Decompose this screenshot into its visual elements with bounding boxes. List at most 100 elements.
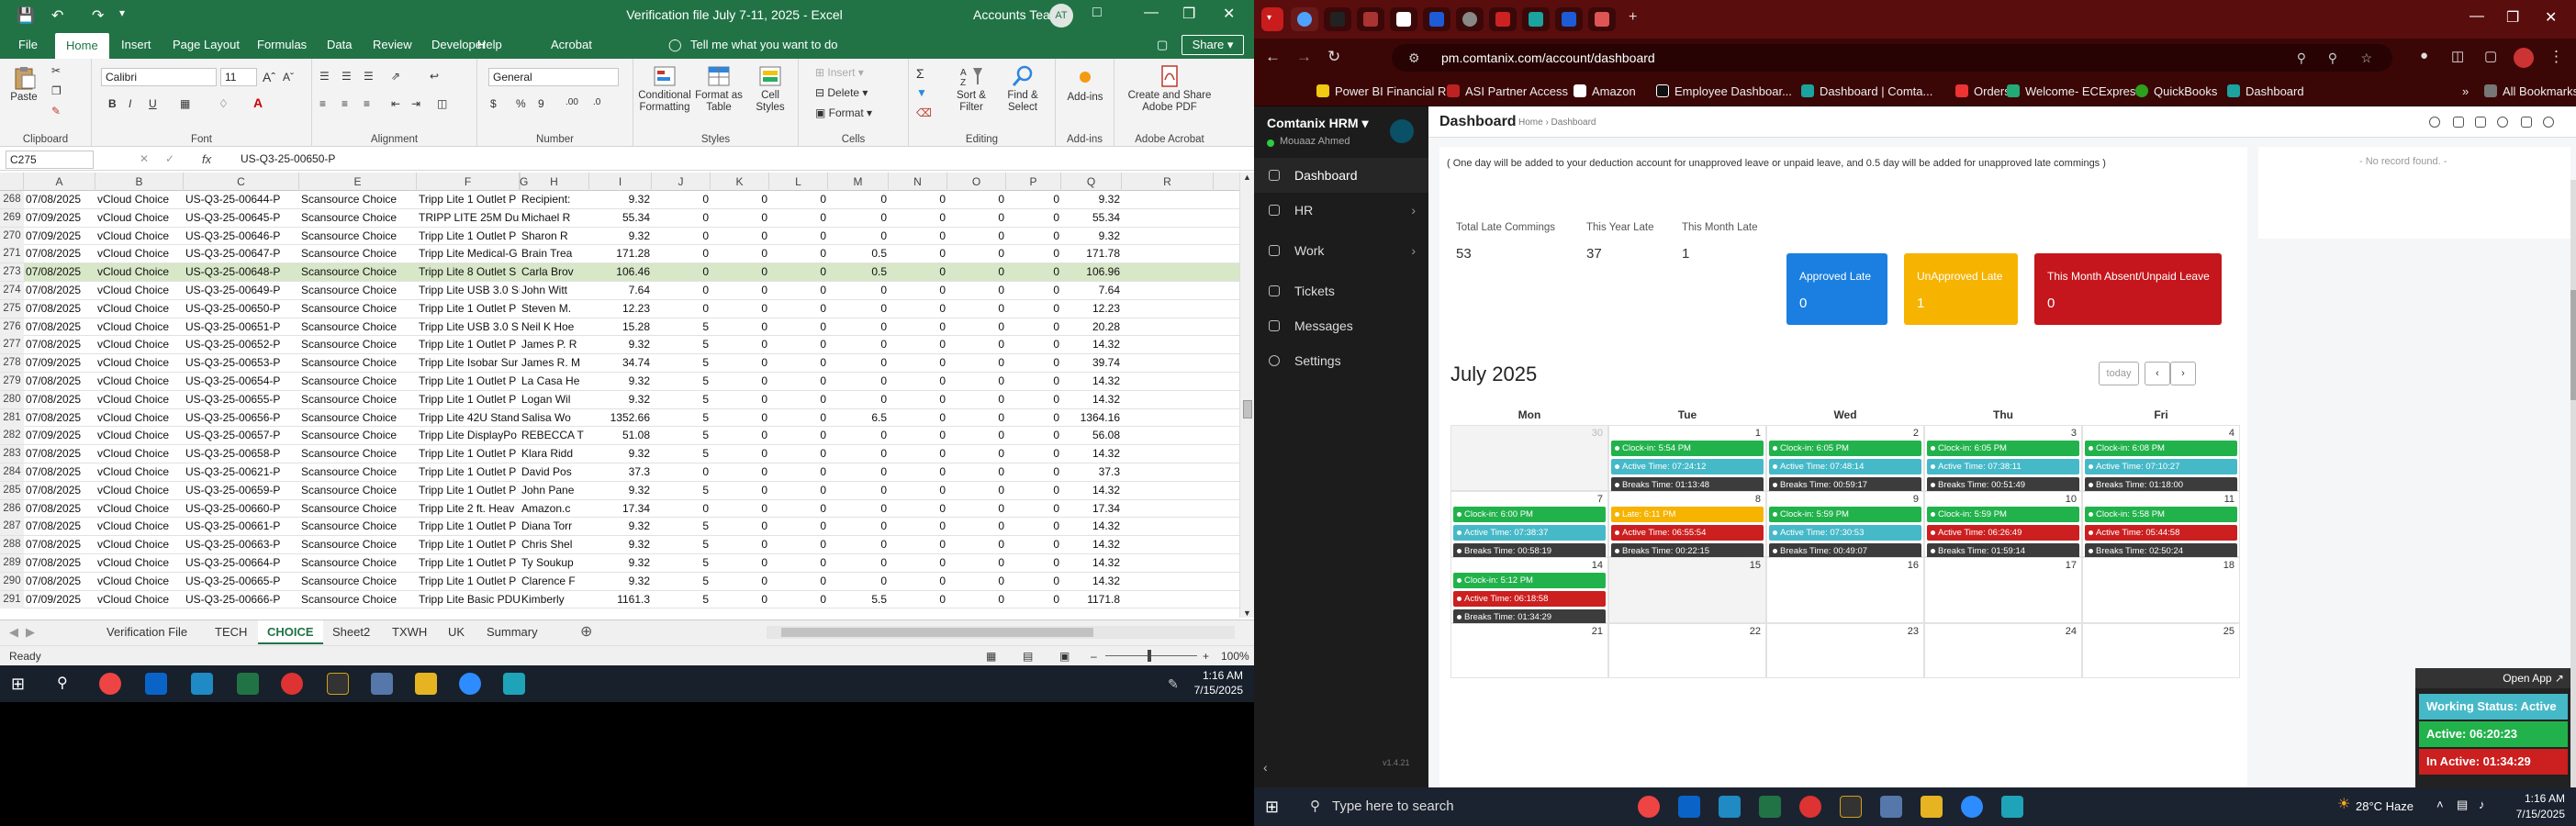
cell[interactable]: 0	[652, 228, 711, 245]
table-row[interactable]: 269 07/09/2025 vCloud Choice US-Q3-25-00645…	[0, 208, 1239, 228]
cell[interactable]: 0	[769, 318, 828, 336]
open-app-button[interactable]: Open App ↗	[2415, 668, 2571, 688]
table-row[interactable]: 271 07/08/2025 vCloud Choice US-Q3-25-00647…	[0, 245, 1239, 264]
cell[interactable]: 0	[1006, 409, 1061, 427]
cell[interactable]: Scansource Choice	[299, 228, 417, 245]
vertical-scroll-thumb[interactable]	[1243, 400, 1252, 419]
column-header[interactable]: E	[299, 173, 417, 191]
cell[interactable]: Scansource Choice	[299, 373, 417, 390]
cell[interactable]: US-Q3-25-00644-P	[184, 191, 299, 208]
row-header[interactable]: 269	[0, 208, 24, 227]
cell[interactable]: Scansource Choice	[299, 191, 417, 208]
today-button[interactable]: today	[2099, 362, 2139, 385]
cell[interactable]: Scansource Choice	[299, 282, 417, 299]
cell[interactable]: Tripp Lite 1 Outlet P	[417, 536, 520, 553]
browser-tab[interactable]	[1588, 7, 1616, 31]
tab-home[interactable]: Home	[55, 33, 109, 59]
calendar-day-cell[interactable]: 1 Clock-in: 5:54 PM Active Time: 07:24:12 B…	[1608, 425, 1766, 493]
cell[interactable]: Tripp Lite Isobar Sur	[417, 354, 520, 372]
cell[interactable]: James P. R	[520, 336, 589, 353]
menu-icon[interactable]: ⋮	[2548, 48, 2564, 66]
cell[interactable]: 07/08/2025	[24, 245, 95, 262]
cell[interactable]: Tripp Lite 1 Outlet P	[417, 300, 520, 318]
cell[interactable]: 0	[889, 282, 947, 299]
zoom-slider[interactable]	[1105, 655, 1197, 656]
cut-icon[interactable]: ✂	[51, 64, 61, 77]
prev-month-button[interactable]: ‹	[2145, 362, 2170, 385]
cell[interactable]: Tripp Lite 1 Outlet P	[417, 518, 520, 535]
column-header[interactable]: N	[889, 173, 947, 191]
cell[interactable]: Carla Brov	[520, 263, 589, 281]
cell[interactable]: US-Q3-25-00658-P	[184, 445, 299, 463]
new-tab-icon[interactable]: +	[1629, 9, 1637, 26]
cell[interactable]: Scansource Choice	[299, 536, 417, 553]
cell[interactable]: Tripp Lite DisplayPo	[417, 427, 520, 444]
cell[interactable]: Tripp Lite 2 ft. Heav	[417, 500, 520, 518]
cell[interactable]: 0	[769, 191, 828, 208]
cell[interactable]: Brain Trea	[520, 245, 589, 262]
calendar-day-cell[interactable]: 14 Clock-in: 5:12 PM Active Time: 06:18:58…	[1450, 557, 1608, 625]
cell[interactable]: 0	[889, 209, 947, 227]
cell[interactable]: 9.32	[589, 536, 652, 553]
cell[interactable]: 07/08/2025	[24, 191, 95, 208]
merge-center-icon[interactable]: ◫	[437, 97, 447, 110]
zoom-in-icon[interactable]: +	[1203, 650, 1209, 663]
cell[interactable]: US-Q3-25-00650-P	[184, 300, 299, 318]
cell[interactable]: 0	[947, 282, 1006, 299]
cell[interactable]: 7.64	[1061, 282, 1122, 299]
zoom-icon[interactable]	[1961, 796, 1983, 818]
cell[interactable]: Tripp Lite 1 Outlet P	[417, 228, 520, 245]
cell[interactable]: vCloud Choice	[95, 518, 184, 535]
cell[interactable]: 20.28	[1061, 318, 1122, 336]
cell[interactable]: 51.08	[589, 427, 652, 444]
cell[interactable]: US-Q3-25-00652-P	[184, 336, 299, 353]
cell[interactable]: 0	[1006, 263, 1061, 281]
search-icon[interactable]	[2429, 117, 2440, 128]
cell[interactable]: 07/08/2025	[24, 263, 95, 281]
table-row[interactable]: 276 07/08/2025 vCloud Choice US-Q3-25-00651…	[0, 318, 1239, 337]
cell[interactable]: vCloud Choice	[95, 409, 184, 427]
save-icon[interactable]: 💾	[17, 6, 35, 25]
bookmark-item[interactable]: Welcome- ECExpres...	[2007, 84, 2145, 98]
profile-avatar[interactable]	[2514, 48, 2534, 68]
calendar-event[interactable]: Active Time: 07:24:12	[1611, 459, 1764, 474]
cell[interactable]: 37.3	[589, 463, 652, 481]
scroll-up-icon[interactable]: ▲	[1243, 173, 1251, 182]
sheet-tab-active[interactable]: CHOICE	[258, 620, 323, 644]
chrome-icon[interactable]	[99, 673, 121, 695]
row-header[interactable]: 284	[0, 463, 24, 481]
collapse-sidebar-icon[interactable]: ‹	[1263, 760, 1268, 775]
row-header[interactable]: 278	[0, 354, 24, 373]
sidebar-item-settings[interactable]: Settings	[1254, 343, 1428, 378]
sidebar-item-hr[interactable]: HR ›	[1254, 193, 1428, 228]
cell[interactable]: 0	[711, 391, 769, 408]
cell[interactable]: 0	[889, 518, 947, 535]
cell[interactable]: James R. M	[520, 354, 589, 372]
cell[interactable]: 5	[652, 554, 711, 572]
cell[interactable]: 0	[889, 300, 947, 318]
cell[interactable]: 106.96	[1061, 263, 1122, 281]
cell[interactable]: 0	[652, 500, 711, 518]
sidebar-item-messages[interactable]: Messages	[1254, 308, 1428, 343]
cell[interactable]: 0	[947, 228, 1006, 245]
cell[interactable]: 0	[711, 518, 769, 535]
column-header[interactable]: Q	[1061, 173, 1122, 191]
increase-font-icon[interactable]: Aˆ	[263, 70, 275, 84]
cell[interactable]: 0	[1006, 245, 1061, 262]
cell[interactable]: 5	[652, 536, 711, 553]
row-header[interactable]: 273	[0, 263, 24, 282]
paste-button[interactable]: Paste	[7, 66, 40, 104]
cell[interactable]: 1352.66	[589, 409, 652, 427]
page-scroll-thumb[interactable]	[2570, 290, 2576, 400]
decrease-font-icon[interactable]: Aˇ	[283, 71, 294, 84]
cell[interactable]: 0	[711, 354, 769, 372]
table-row[interactable]: 274 07/08/2025 vCloud Choice US-Q3-25-00649…	[0, 282, 1239, 300]
cell[interactable]: 0	[889, 463, 947, 481]
cell[interactable]: Tripp Lite USB 3.0 Su	[417, 282, 520, 299]
cell[interactable]: 0	[828, 500, 889, 518]
cell[interactable]: vCloud Choice	[95, 209, 184, 227]
cell[interactable]: US-Q3-25-00651-P	[184, 318, 299, 336]
cell[interactable]: 0	[889, 318, 947, 336]
increase-decimal-icon[interactable]: .00	[566, 97, 578, 107]
cell[interactable]: 9.32	[589, 228, 652, 245]
